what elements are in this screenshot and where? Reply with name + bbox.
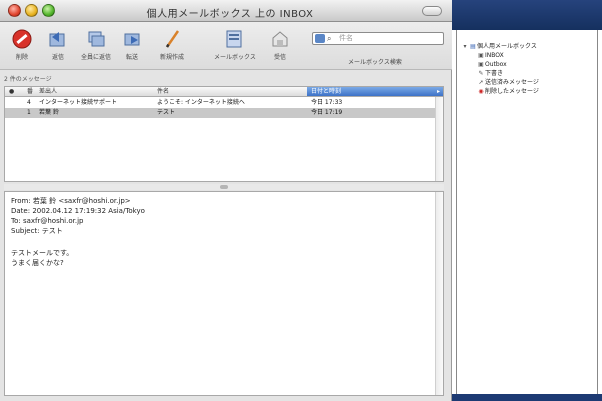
- mailbox-label: 削除したメッセージ: [485, 88, 539, 95]
- compose-label: 新規作成: [159, 54, 184, 61]
- column-unread[interactable]: ●: [9, 88, 14, 96]
- reply-label: 返信: [51, 54, 64, 61]
- mailbox-label: INBOX: [485, 52, 504, 59]
- zoom-button[interactable]: [42, 4, 55, 17]
- folder-icon: ▤: [470, 43, 476, 50]
- list-header: ● 番 差出人 件名 日付と時刻 ▸: [5, 87, 443, 97]
- drawer-frame-top: [452, 0, 602, 30]
- search-field[interactable]: ⌕ 件名: [312, 32, 444, 45]
- toolbar-toggle-button[interactable]: [422, 6, 442, 16]
- window-title: 個人用メールボックス 上の INBOX: [146, 9, 314, 20]
- mail-window: 個人用メールボックス 上の INBOX 削除 返信 全員に返信 転送 新規作成 …: [0, 0, 452, 401]
- mailbox-label: 送信済みメッセージ: [485, 79, 539, 86]
- reply-button[interactable]: 返信: [38, 26, 78, 64]
- forward-label: 転送: [125, 54, 138, 61]
- get-mail-button[interactable]: 受信: [260, 26, 300, 64]
- search-scope-icon[interactable]: [315, 34, 325, 43]
- forward-button[interactable]: 転送: [112, 26, 152, 64]
- reply-all-icon: [88, 31, 105, 47]
- delete-icon: [12, 29, 32, 49]
- splitter-handle-icon[interactable]: [220, 185, 228, 189]
- message-preview: From: 若葉 鈴 <saxfr@hoshi.or.jp> Date: 200…: [4, 191, 444, 396]
- preview-subject: Subject: テスト: [11, 227, 63, 235]
- preview-to: To: saxfr@hoshi.or.jp: [11, 217, 84, 225]
- message-count: 2 件のメッセージ: [4, 76, 52, 83]
- toolbar: 削除 返信 全員に返信 転送 新規作成 メールボックス 受信 ⌕ 件名 メールボ…: [0, 22, 452, 70]
- mailbox-label: Outbox: [485, 61, 507, 68]
- list-scrollbar[interactable]: [435, 97, 443, 181]
- mailbox-root[interactable]: ▾ ▤個人用メールボックス: [461, 42, 537, 51]
- mailbox-root-label: 個人用メールボックス: [477, 43, 537, 50]
- mailbox-outbox[interactable]: ▣Outbox: [477, 60, 507, 69]
- preview-date: Date: 2002.04.12 17:19:32 Asia/Tokyo: [11, 207, 145, 215]
- outbox-icon: ▣: [478, 61, 484, 68]
- sent-icon: ➚: [478, 79, 484, 86]
- delete-button[interactable]: 削除: [2, 26, 42, 64]
- preview-scrollbar[interactable]: [435, 192, 443, 395]
- column-from[interactable]: 差出人: [39, 88, 57, 96]
- compose-button[interactable]: 新規作成: [152, 26, 192, 64]
- table-row-selected[interactable]: 1 若葉 鈴 テスト 今日 17:19: [5, 108, 443, 118]
- compose-icon: [165, 30, 180, 48]
- mailbox-label: 下書き: [485, 70, 504, 77]
- mailbox-trash[interactable]: ◉削除したメッセージ: [477, 87, 539, 96]
- minimize-button[interactable]: [25, 4, 38, 17]
- mailbox-label: メールボックス: [214, 54, 256, 61]
- row-date: 今日 17:19: [311, 109, 343, 116]
- column-subject[interactable]: 件名: [157, 88, 169, 96]
- message-list: ● 番 差出人 件名 日付と時刻 ▸ 4 インターネット接続サポート ようこそ:…: [4, 86, 444, 182]
- search-placeholder: 件名: [339, 34, 353, 42]
- pane-splitter[interactable]: [4, 184, 444, 190]
- screen: 個人用メールボックス 上の INBOX 削除 返信 全員に返信 転送 新規作成 …: [0, 0, 602, 401]
- close-button[interactable]: [8, 4, 21, 17]
- disclosure-triangle-icon[interactable]: ▾: [461, 42, 469, 51]
- row-number: 1: [27, 109, 31, 116]
- get-mail-icon: [272, 31, 288, 47]
- row-number: 4: [27, 99, 31, 106]
- column-date: 日付と時刻: [311, 88, 342, 95]
- preview-from: From: 若葉 鈴 <saxfr@hoshi.or.jp>: [11, 197, 131, 205]
- column-date-selected[interactable]: 日付と時刻 ▸: [307, 87, 443, 96]
- inbox-icon: ▣: [478, 52, 484, 59]
- mailbox-button[interactable]: メールボックス: [214, 26, 256, 64]
- delete-label: 削除: [15, 54, 28, 61]
- mailbox-drawer: ▾ ▤個人用メールボックス ▣INBOX ▣Outbox ✎下書き ➚送信済みメッ…: [456, 30, 598, 401]
- row-date: 今日 17:33: [311, 99, 343, 106]
- row-from: 若葉 鈴: [39, 109, 59, 116]
- row-subject: テスト: [157, 109, 176, 116]
- drafts-icon: ✎: [478, 70, 484, 77]
- title-bar[interactable]: 個人用メールボックス 上の INBOX: [0, 0, 452, 22]
- row-from: インターネット接続サポート: [39, 99, 118, 106]
- forward-icon: [124, 33, 140, 46]
- search-icon: ⌕: [327, 34, 332, 43]
- preview-body-line: テストメールです。: [11, 249, 74, 257]
- reply-icon: [49, 32, 65, 47]
- search-caption: メールボックス検索: [348, 59, 402, 66]
- preview-gap: [11, 236, 437, 248]
- mailbox-icon: [226, 30, 242, 48]
- preview-body-line: うまく届くかな?: [11, 259, 64, 267]
- reply-all-button[interactable]: 全員に返信: [76, 26, 116, 64]
- mailbox-inbox[interactable]: ▣INBOX: [477, 51, 504, 60]
- row-subject: ようこそ: インターネット接続へ: [157, 99, 245, 106]
- drawer-frame-bottom: [452, 394, 602, 401]
- mailbox-sent[interactable]: ➚送信済みメッセージ: [477, 78, 539, 87]
- trash-icon: ◉: [478, 88, 484, 95]
- reply-all-label: 全員に返信: [80, 54, 111, 61]
- sort-arrow-icon: ▸: [436, 88, 440, 95]
- column-number[interactable]: 番: [27, 88, 33, 96]
- get-mail-label: 受信: [273, 54, 286, 61]
- mailbox-drafts[interactable]: ✎下書き: [477, 69, 503, 78]
- table-row[interactable]: 4 インターネット接続サポート ようこそ: インターネット接続へ 今日 17:3…: [5, 98, 443, 108]
